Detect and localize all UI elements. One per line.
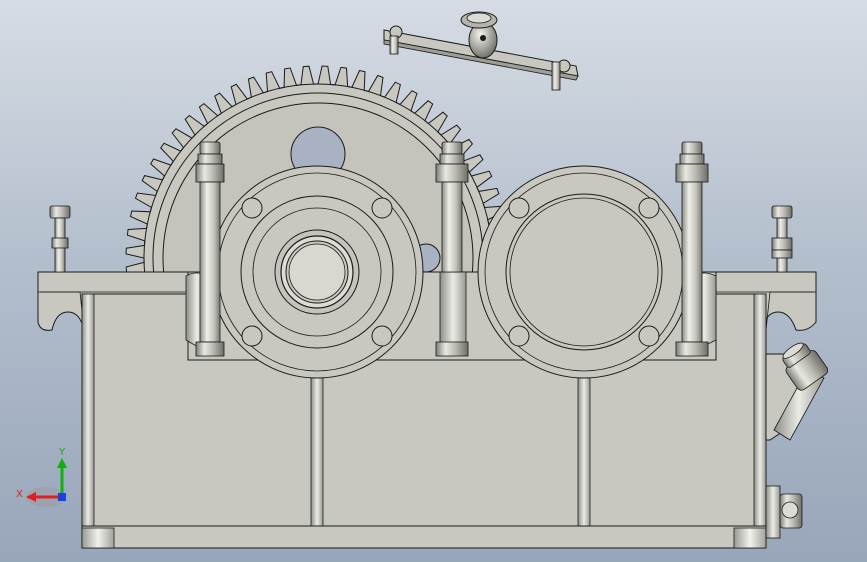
input-shaft-bearing-cap[interactable] bbox=[210, 165, 424, 379]
housing-stiffener-rib bbox=[310, 373, 324, 531]
housing-base-plate bbox=[81, 525, 767, 549]
housing-corner-rib bbox=[81, 293, 95, 531]
triad-y-arrowhead bbox=[57, 458, 67, 468]
input-shaft-end bbox=[288, 243, 346, 301]
flange-bolt bbox=[771, 205, 793, 273]
drain-plug[interactable] bbox=[765, 485, 803, 539]
graphics-viewport[interactable]: Y X bbox=[0, 0, 867, 562]
base-foot bbox=[733, 527, 767, 549]
through-bolt bbox=[195, 141, 225, 357]
triad-z-axis bbox=[58, 493, 66, 501]
housing-corner-rib bbox=[753, 293, 767, 531]
base-foot bbox=[81, 527, 115, 549]
flange-bolt bbox=[49, 205, 71, 273]
cover-screw bbox=[389, 35, 399, 55]
gearbox-model[interactable]: Y X bbox=[0, 0, 867, 562]
coordinate-triad: Y X bbox=[16, 447, 67, 507]
triad-y-label: Y bbox=[58, 447, 66, 458]
inspection-cover[interactable] bbox=[383, 11, 579, 91]
cover-screw bbox=[551, 61, 561, 91]
triad-x-label: X bbox=[16, 489, 23, 500]
housing-stiffener-rib bbox=[577, 373, 591, 531]
output-shaft-bearing-cap[interactable] bbox=[477, 165, 691, 379]
oil-level-gauge[interactable] bbox=[765, 337, 830, 441]
